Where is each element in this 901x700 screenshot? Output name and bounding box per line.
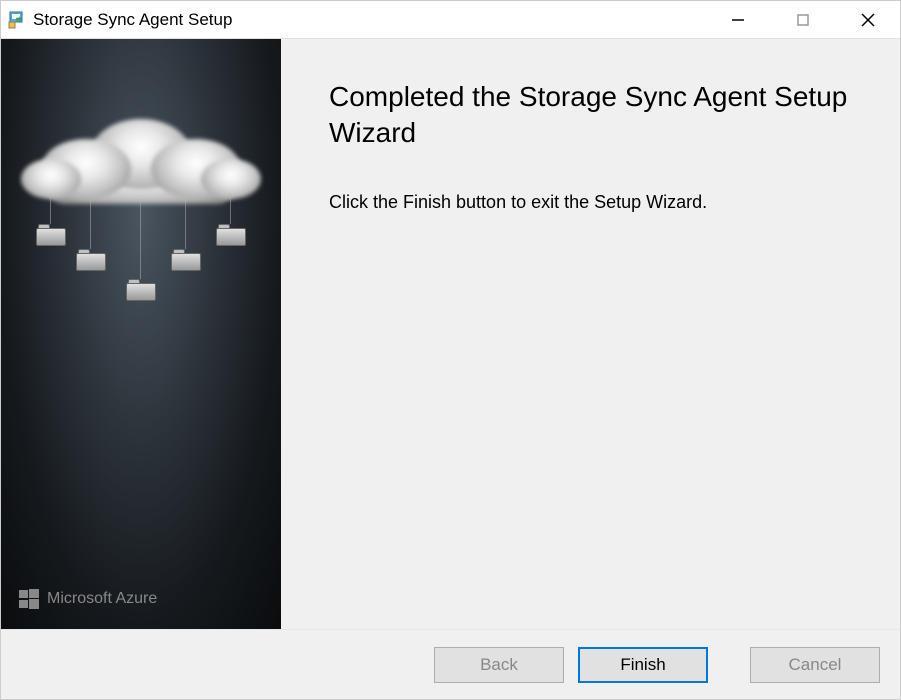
wizard-heading: Completed the Storage Sync Agent Setup W… bbox=[329, 79, 860, 152]
button-bar: Back Finish Cancel bbox=[1, 629, 900, 699]
folder-icon bbox=[76, 249, 106, 271]
folder-icon bbox=[171, 249, 201, 271]
titlebar: Storage Sync Agent Setup bbox=[1, 1, 900, 39]
folder-icon bbox=[126, 279, 156, 301]
close-button[interactable] bbox=[835, 1, 900, 38]
finish-button[interactable]: Finish bbox=[578, 647, 708, 683]
azure-brand: Microsoft Azure bbox=[19, 589, 157, 609]
wizard-banner-image: Microsoft Azure bbox=[1, 39, 281, 629]
installer-window: Storage Sync Agent Setup bbox=[0, 0, 901, 700]
cloud-graphic bbox=[21, 109, 261, 209]
maximize-button bbox=[770, 1, 835, 38]
back-button: Back bbox=[434, 647, 564, 683]
main-panel: Completed the Storage Sync Agent Setup W… bbox=[281, 39, 900, 629]
window-controls bbox=[705, 1, 900, 38]
wizard-instruction: Click the Finish button to exit the Setu… bbox=[329, 192, 860, 213]
brand-text: Microsoft Azure bbox=[47, 590, 157, 608]
window-title: Storage Sync Agent Setup bbox=[33, 10, 705, 30]
content-area: Microsoft Azure Completed the Storage Sy… bbox=[1, 39, 900, 629]
folder-icon bbox=[216, 224, 246, 246]
minimize-button[interactable] bbox=[705, 1, 770, 38]
installer-icon bbox=[7, 10, 27, 30]
folder-icon bbox=[36, 224, 66, 246]
cancel-button: Cancel bbox=[750, 647, 880, 683]
windows-logo-icon bbox=[19, 589, 39, 609]
